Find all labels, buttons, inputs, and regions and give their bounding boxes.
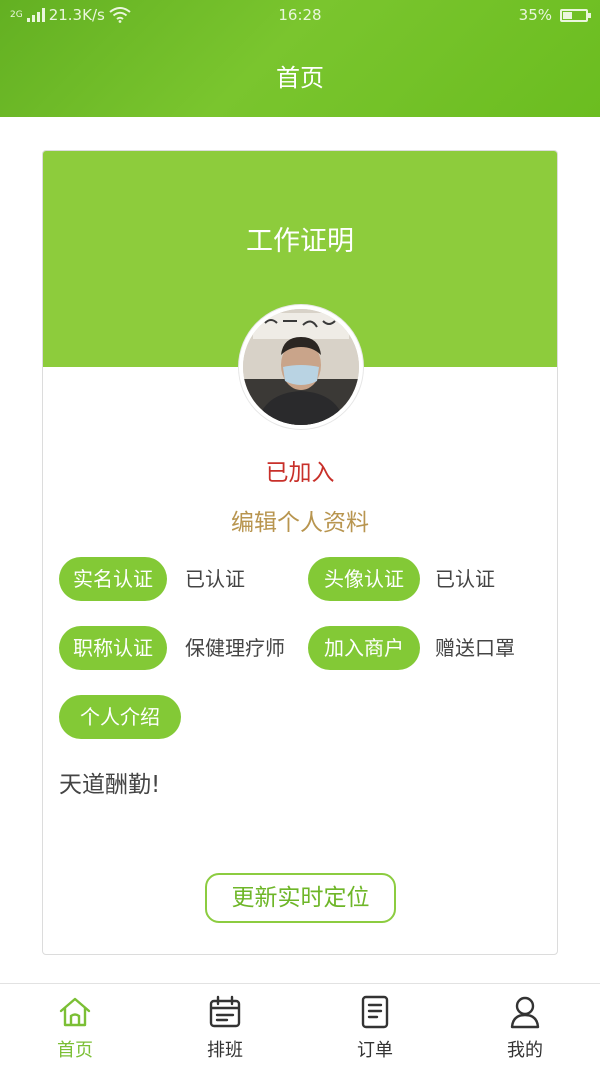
- tab-mine-label: 我的: [507, 1040, 543, 1061]
- join-merchant-label: 加入商户: [308, 626, 420, 670]
- personal-intro-label: 个人介绍: [59, 695, 181, 739]
- real-name-auth-value: 已认证: [185, 567, 245, 591]
- title-auth-value: 保健理疗师: [185, 636, 285, 660]
- app-header: 2G 21.3K/s 16:28 35% 首页: [0, 0, 600, 117]
- tab-schedule[interactable]: 排班: [150, 984, 300, 1067]
- join-status: 已加入: [265, 460, 335, 486]
- bottom-tab-bar: 首页 排班 订单 我的: [0, 983, 600, 1067]
- status-right: 35%: [518, 6, 591, 24]
- title-auth-label: 职称认证: [59, 626, 167, 670]
- work-certificate-card: 工作证明 已加入 编辑个人资料 实名认证 已认证 头像认证 已认证 职称认证 保…: [42, 150, 558, 955]
- tab-home-label: 首页: [57, 1040, 93, 1061]
- home-icon: [59, 997, 91, 1027]
- tab-orders-label: 订单: [357, 1040, 393, 1061]
- tab-schedule-label: 排班: [207, 1040, 243, 1061]
- battery-percent: 35%: [518, 6, 552, 24]
- calendar-icon: [209, 995, 241, 1028]
- join-merchant-value: 赠送口罩: [435, 636, 515, 660]
- avatar[interactable]: [239, 305, 363, 429]
- status-time: 16:28: [278, 6, 322, 24]
- edit-profile-link[interactable]: 编辑个人资料: [43, 503, 557, 537]
- page-title: 首页: [276, 64, 324, 92]
- user-icon: [510, 996, 540, 1029]
- update-location-button[interactable]: 更新实时定位: [205, 873, 396, 923]
- document-icon: [361, 995, 389, 1029]
- battery-icon: [560, 8, 591, 22]
- tab-orders[interactable]: 订单: [300, 984, 450, 1067]
- real-name-auth-label: 实名认证: [59, 557, 167, 601]
- avatar-photo: [243, 309, 359, 425]
- status-bar: 2G 21.3K/s 16:28 35%: [0, 0, 600, 30]
- tab-home[interactable]: 首页: [0, 984, 150, 1067]
- avatar-auth-label: 头像认证: [308, 557, 420, 601]
- avatar-auth-value: 已认证: [435, 567, 495, 591]
- tab-mine[interactable]: 我的: [450, 984, 600, 1067]
- card-title: 工作证明: [246, 226, 354, 257]
- personal-intro-text: 天道酬勤!: [59, 772, 161, 798]
